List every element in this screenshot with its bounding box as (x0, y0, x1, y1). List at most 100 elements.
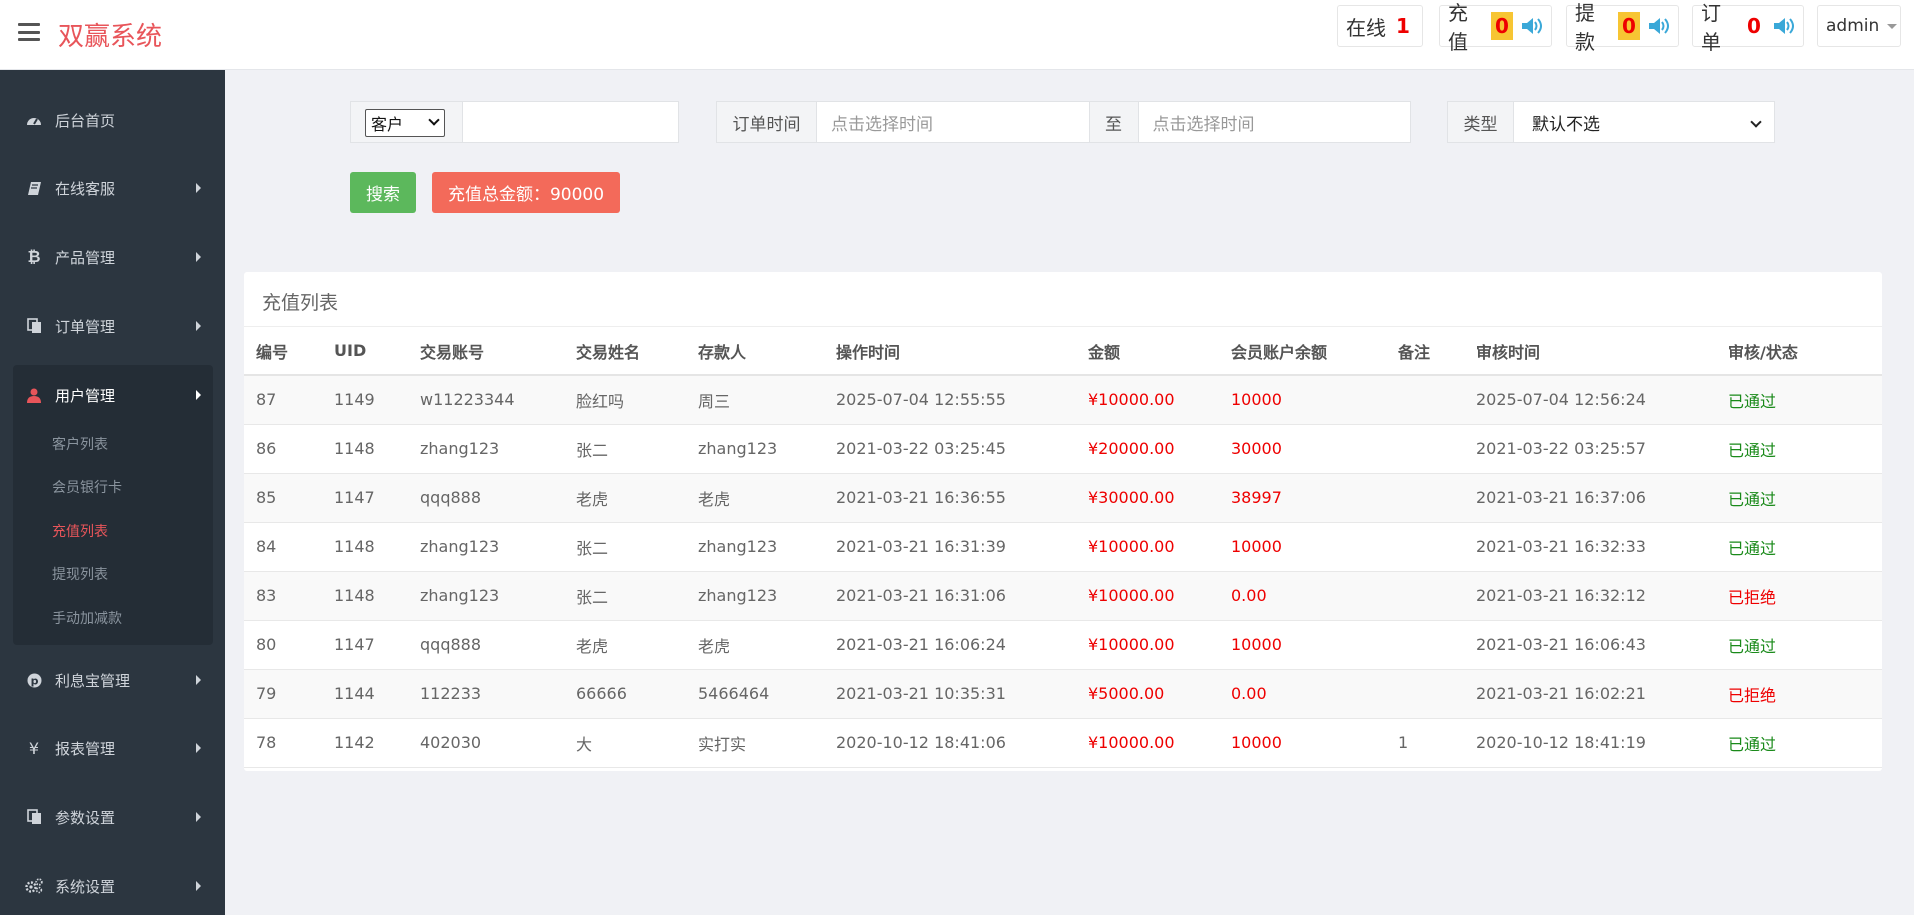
sidebar-item-users[interactable]: 用户管理 (0, 375, 225, 415)
type-filter: 类型 默认不选 (1447, 101, 1775, 143)
cell-amount: ¥10000.00 (1076, 620, 1219, 670)
speaker-icon[interactable] (1773, 16, 1795, 36)
online-count: 1 (1396, 14, 1410, 38)
user-icon (25, 386, 43, 404)
speaker-icon[interactable] (1521, 16, 1543, 36)
cell-review-time: 2025-07-04 12:56:24 (1464, 375, 1716, 425)
table-row: 87 1149 w11223344 脸红吗 周三 2025-07-04 12:5… (244, 375, 1882, 425)
sidebar-item-orders[interactable]: 订单管理 (0, 306, 225, 346)
cell-remark (1386, 669, 1464, 719)
to-label: 至 (1089, 102, 1139, 142)
table-row: 85 1147 qqq888 老虎 老虎 2021-03-21 16:36:55… (244, 473, 1882, 523)
order-label: 订单 (1701, 1, 1721, 54)
online-indicator[interactable]: 在线 1 (1337, 5, 1423, 47)
chevron-right-icon (196, 743, 201, 753)
speaker-icon[interactable] (1648, 16, 1670, 36)
cell-status[interactable]: 已通过 (1716, 620, 1882, 670)
cell-uid: 1142 (322, 718, 408, 768)
type-label: 类型 (1448, 102, 1514, 142)
cell-review-time: 2021-03-21 16:32:12 (1464, 571, 1716, 621)
table-row: 79 1144 112233 66666 5466464 2021-03-21 … (244, 669, 1882, 719)
sidebar-item-interest[interactable]: p 利息宝管理 (0, 660, 225, 700)
book-icon (25, 179, 43, 197)
cell-id: 78 (244, 718, 322, 768)
menu-toggle-icon[interactable] (18, 23, 40, 41)
cell-amount: ¥20000.00 (1076, 424, 1219, 474)
sidebar-item-reports[interactable]: ¥ 报表管理 (0, 728, 225, 768)
cell-status[interactable]: 已通过 (1716, 424, 1882, 474)
chevron-right-icon (196, 321, 201, 331)
cell-depositor: 5466464 (686, 669, 824, 719)
search-button[interactable]: 搜索 (350, 172, 416, 213)
cogs-icon (25, 877, 43, 895)
sidebar-subitem-manual-adjust[interactable]: 手动加减款 (52, 604, 122, 634)
cell-name: 大 (564, 718, 686, 768)
cell-status[interactable]: 已通过 (1716, 473, 1882, 523)
cell-account: zhang123 (408, 522, 564, 572)
sidebar-item-online-service[interactable]: 在线客服 (0, 168, 225, 208)
sidebar-item-products[interactable]: ₿ 产品管理 (0, 237, 225, 277)
cell-name: 66666 (564, 669, 686, 719)
order-time-filter: 订单时间 点击选择时间 至 点击选择时间 (716, 101, 1411, 143)
sidebar-subitem-recharge-list[interactable]: 充值列表 (52, 517, 108, 547)
admin-username: admin (1826, 16, 1880, 36)
caret-down-icon (1887, 23, 1898, 29)
sidebar-item-dashboard[interactable]: 后台首页 (0, 100, 225, 140)
cell-status[interactable]: 已通过 (1716, 375, 1882, 425)
recharge-label: 充值 (1448, 1, 1468, 54)
admin-dropdown[interactable]: admin (1817, 5, 1901, 47)
sidebar-subitem-bank-cards[interactable]: 会员银行卡 (52, 473, 122, 503)
cell-amount: ¥30000.00 (1076, 473, 1219, 523)
type-select[interactable]: 默认不选 (1514, 102, 1774, 142)
cell-remark (1386, 473, 1464, 523)
cell-id: 86 (244, 424, 322, 474)
end-time-input[interactable]: 点击选择时间 (1139, 102, 1411, 142)
cell-amount: ¥10000.00 (1076, 375, 1219, 425)
cell-name: 脸红吗 (564, 375, 686, 425)
cell-amount: ¥10000.00 (1076, 571, 1219, 621)
cell-account: zhang123 (408, 424, 564, 474)
cell-depositor: zhang123 (686, 571, 824, 621)
col-header-status: 审核/状态 (1716, 327, 1882, 376)
cell-status[interactable]: 已拒绝 (1716, 571, 1882, 621)
cell-remark (1386, 522, 1464, 572)
withdraw-label: 提款 (1575, 1, 1595, 54)
cell-depositor: 实打实 (686, 718, 824, 768)
panel-title: 充值列表 (262, 292, 339, 314)
sidebar-subitem-withdraw-list[interactable]: 提现列表 (52, 560, 108, 590)
cell-status[interactable]: 已拒绝 (1716, 669, 1882, 719)
col-header-id: 编号 (244, 327, 322, 376)
start-time-input[interactable]: 点击选择时间 (817, 102, 1090, 142)
bitcoin-icon: ₿ (27, 247, 41, 266)
chevron-right-icon (196, 390, 201, 400)
cell-name: 张二 (564, 424, 686, 474)
sidebar-item-system[interactable]: 系统设置 (0, 866, 225, 906)
cell-review-time: 2021-03-21 16:02:21 (1464, 669, 1716, 719)
recharge-indicator[interactable]: 充值 0 (1439, 1, 1552, 54)
sidebar-item-label: 系统设置 (55, 877, 116, 896)
withdraw-count: 0 (1618, 12, 1640, 40)
sidebar-subitem-customer-list[interactable]: 客户列表 (52, 430, 108, 460)
col-header-amount: 金额 (1076, 327, 1219, 376)
brand-title: 双赢系统 (58, 22, 163, 52)
withdraw-indicator[interactable]: 提款 0 (1566, 1, 1679, 54)
cell-remark (1386, 620, 1464, 670)
cell-account: 402030 (408, 718, 564, 768)
cell-id: 79 (244, 669, 322, 719)
sidebar-item-label: 在线客服 (55, 179, 116, 198)
cell-op-time: 2021-03-21 10:35:31 (824, 669, 1076, 719)
customer-search-input[interactable] (463, 102, 678, 142)
cell-account: zhang123 (408, 571, 564, 621)
order-indicator[interactable]: 订单 0 (1692, 1, 1804, 54)
cell-status[interactable]: 已通过 (1716, 718, 1882, 768)
cell-uid: 1148 (322, 522, 408, 572)
sidebar-item-params[interactable]: 参数设置 (0, 797, 225, 837)
cell-op-time: 2021-03-22 03:25:45 (824, 424, 1076, 474)
cell-status[interactable]: 已通过 (1716, 522, 1882, 572)
col-header-account: 交易账号 (408, 327, 564, 376)
customer-select-wrapper: 客户 (351, 102, 463, 142)
col-header-balance: 会员账户余额 (1219, 327, 1386, 376)
customer-field-select[interactable]: 客户 (365, 109, 445, 137)
chevron-right-icon (196, 812, 201, 822)
cell-uid: 1147 (322, 620, 408, 670)
